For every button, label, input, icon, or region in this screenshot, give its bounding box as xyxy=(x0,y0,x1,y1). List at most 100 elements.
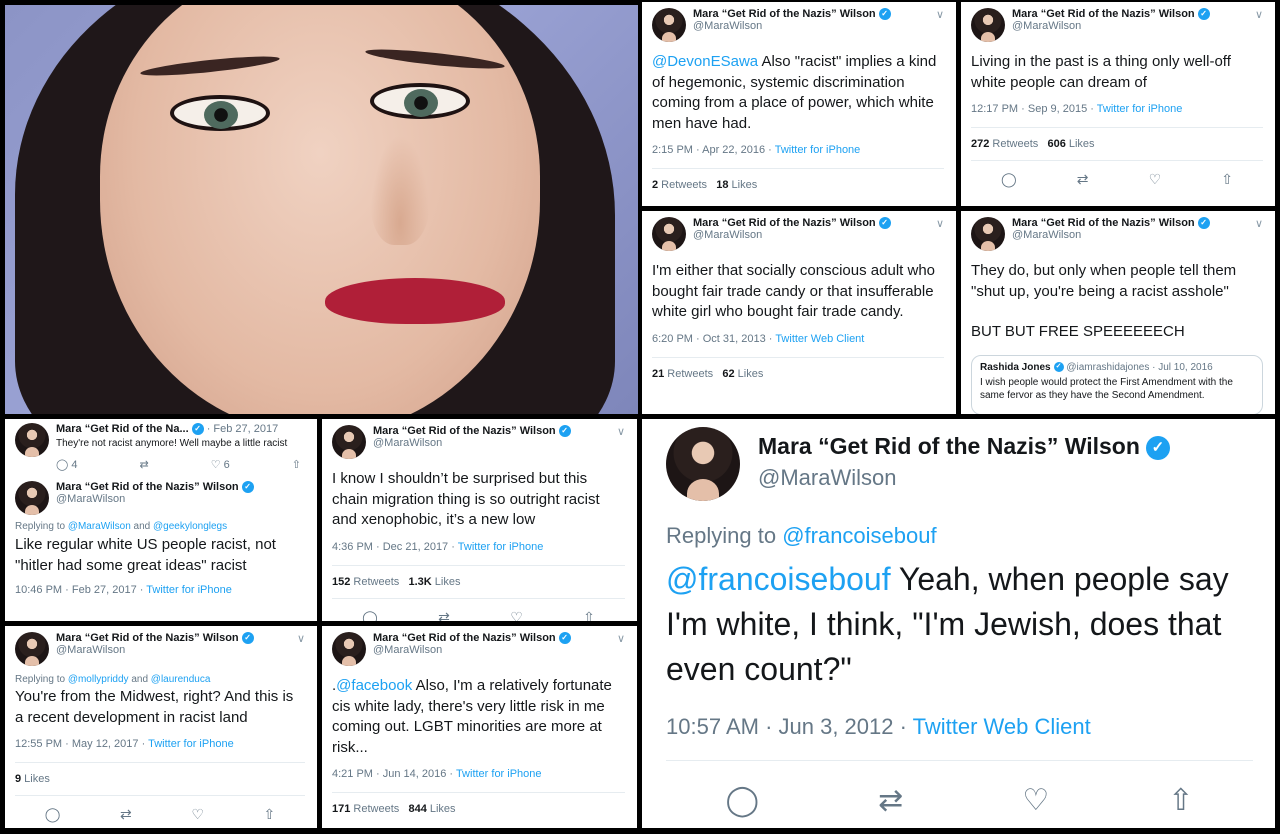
handle[interactable]: @MaraWilson xyxy=(373,437,571,449)
display-name[interactable]: Mara “Get Rid of the Nazis” Wilson ✓ xyxy=(373,425,571,438)
retweet-icon[interactable]: ⇄ xyxy=(438,609,450,622)
display-name[interactable]: Mara “Get Rid of the Nazis” Wilson ✓ xyxy=(693,217,891,230)
author-block: Mara “Get Rid of the Nazis” Wilson ✓ @Mar… xyxy=(1012,8,1210,32)
retweet-count[interactable]: 21 xyxy=(652,368,664,380)
retweet-icon[interactable]: ⇄ xyxy=(1077,171,1089,188)
avatar[interactable] xyxy=(15,632,49,666)
share-icon[interactable]: ⇧ xyxy=(292,458,301,471)
lips-shape xyxy=(325,278,505,324)
reply-icon[interactable]: ◯ xyxy=(362,609,378,622)
reply-icon[interactable]: ◯ xyxy=(45,806,61,823)
parent-display-name[interactable]: Mara “Get Rid of the Na... xyxy=(56,423,189,435)
chevron-down-icon[interactable]: ∨ xyxy=(1255,8,1263,21)
mention-link[interactable]: @francoisebouf xyxy=(666,561,891,597)
avatar[interactable] xyxy=(652,217,686,251)
timestamp[interactable]: 10:57 AM · Jun 3, 2012 · xyxy=(666,714,913,739)
retweet-icon[interactable]: ⇄ xyxy=(120,806,132,823)
avatar[interactable] xyxy=(971,8,1005,42)
like-count[interactable]: 1.3K xyxy=(408,576,431,588)
handle[interactable]: @MaraWilson xyxy=(56,493,254,505)
handle[interactable]: @MaraWilson xyxy=(693,229,891,241)
like-icon[interactable]: ♡ xyxy=(1149,171,1162,188)
replying-link-2[interactable]: @geekylonglegs xyxy=(153,521,227,532)
source-link[interactable]: Twitter for iPhone xyxy=(458,541,544,553)
retweet-icon[interactable]: ⇄ xyxy=(878,783,903,818)
replying-link-1[interactable]: @mollypriddy xyxy=(68,674,129,685)
display-name[interactable]: Mara “Get Rid of the Nazis” Wilson ✓ xyxy=(373,632,571,645)
source-link[interactable]: Twitter Web Client xyxy=(775,333,864,345)
handle[interactable]: @MaraWilson xyxy=(373,644,571,656)
replying-and: and xyxy=(128,674,151,685)
chevron-down-icon[interactable]: ∨ xyxy=(936,217,944,230)
display-name[interactable]: Mara “Get Rid of the Nazis” Wilson ✓ xyxy=(758,433,1170,460)
handle[interactable]: @MaraWilson xyxy=(693,20,891,32)
avatar[interactable] xyxy=(652,8,686,42)
timestamp[interactable]: 10:46 PM · Feb 27, 2017 · xyxy=(15,584,146,596)
chevron-down-icon[interactable]: ∨ xyxy=(1255,217,1263,230)
timestamp[interactable]: 12:17 PM · Sep 9, 2015 · xyxy=(971,103,1097,115)
timestamp[interactable]: 4:36 PM · Dec 21, 2017 · xyxy=(332,541,458,553)
replying-link[interactable]: @francoisebouf xyxy=(782,523,936,548)
like-count[interactable]: 62 xyxy=(722,368,734,380)
replying-link-2[interactable]: @laurenduca xyxy=(151,674,211,685)
timestamp[interactable]: 2:15 PM · Apr 22, 2016 · xyxy=(652,144,775,156)
avatar[interactable] xyxy=(332,425,366,459)
like-icon[interactable]: ♡ xyxy=(1022,783,1049,818)
parent-date[interactable]: · Feb 27, 2017 xyxy=(207,423,279,435)
display-name[interactable]: Mara “Get Rid of the Nazis” Wilson ✓ xyxy=(56,481,254,494)
mention-link[interactable]: @DevonESawa xyxy=(652,53,758,70)
tweet-actions: ◯ ⇄ ♡ ⇧ xyxy=(971,160,1263,188)
display-name[interactable]: Mara “Get Rid of the Nazis” Wilson ✓ xyxy=(1012,8,1210,21)
retweet-count[interactable]: 171 xyxy=(332,803,350,815)
display-name[interactable]: Mara “Get Rid of the Nazis” Wilson ✓ xyxy=(1012,217,1210,230)
handle[interactable]: @MaraWilson xyxy=(56,644,254,656)
replying-link-1[interactable]: @MaraWilson xyxy=(68,521,131,532)
timestamp[interactable]: 12:55 PM · May 12, 2017 · xyxy=(15,738,148,750)
reply-button[interactable]: ◯ 4 xyxy=(56,458,78,471)
chevron-down-icon[interactable]: ∨ xyxy=(617,425,625,438)
like-icon[interactable]: ♡ xyxy=(191,806,204,823)
timestamp[interactable]: 6:20 PM · Oct 31, 2013 · xyxy=(652,333,775,345)
avatar[interactable] xyxy=(15,481,49,516)
avatar[interactable] xyxy=(15,423,49,457)
like-icon[interactable]: ♡ xyxy=(510,609,523,622)
source-link[interactable]: Twitter for iPhone xyxy=(456,768,542,780)
source-link[interactable]: Twitter for iPhone xyxy=(146,584,232,596)
avatar[interactable] xyxy=(332,632,366,666)
display-name[interactable]: Mara “Get Rid of the Nazis” Wilson ✓ xyxy=(56,632,254,645)
reply-icon[interactable]: ◯ xyxy=(726,783,760,818)
reply-icon[interactable]: ◯ xyxy=(1001,171,1017,188)
tweet-text: I'm either that socially conscious adult… xyxy=(652,262,936,320)
handle[interactable]: @MaraWilson xyxy=(758,465,1170,491)
tweet-meta: 12:55 PM · May 12, 2017 · Twitter for iP… xyxy=(15,738,305,750)
chevron-down-icon[interactable]: ∨ xyxy=(617,632,625,645)
source-link[interactable]: Twitter for iPhone xyxy=(148,738,234,750)
handle[interactable]: @MaraWilson xyxy=(1012,20,1210,32)
nose-shape xyxy=(370,135,430,245)
source-link[interactable]: Twitter for iPhone xyxy=(775,144,861,156)
chevron-down-icon[interactable]: ∨ xyxy=(936,8,944,21)
quoted-tweet[interactable]: Rashida Jones ✓ @iamrashidajones · Jul 10… xyxy=(971,354,1263,414)
source-link[interactable]: Twitter for iPhone xyxy=(1097,103,1183,115)
timestamp[interactable]: 4:21 PM · Jun 14, 2016 · xyxy=(332,768,456,780)
mention-link[interactable]: @facebook xyxy=(336,677,412,694)
handle[interactable]: @MaraWilson xyxy=(1012,229,1210,241)
share-icon[interactable]: ⇧ xyxy=(263,806,275,823)
avatar[interactable] xyxy=(971,217,1005,251)
share-icon[interactable]: ⇧ xyxy=(583,609,595,622)
retweet-icon[interactable]: ⇄ xyxy=(140,458,149,471)
tweet-text: Like regular white US people racist, not… xyxy=(15,536,276,574)
retweet-count[interactable]: 152 xyxy=(332,576,350,588)
like-count[interactable]: 844 xyxy=(408,803,426,815)
share-icon[interactable]: ⇧ xyxy=(1221,171,1233,188)
like-count[interactable]: 18 xyxy=(716,179,728,191)
like-count[interactable]: 606 xyxy=(1047,138,1065,150)
avatar[interactable] xyxy=(666,427,740,501)
display-name-text: Mara “Get Rid of the Nazis” Wilson xyxy=(373,632,556,644)
chevron-down-icon[interactable]: ∨ xyxy=(297,632,305,645)
display-name[interactable]: Mara “Get Rid of the Nazis” Wilson ✓ xyxy=(693,8,891,21)
share-icon[interactable]: ⇧ xyxy=(1168,783,1193,818)
like-button[interactable]: ♡ 6 xyxy=(211,458,230,471)
source-link[interactable]: Twitter Web Client xyxy=(913,714,1091,739)
retweet-count[interactable]: 272 xyxy=(971,138,989,150)
